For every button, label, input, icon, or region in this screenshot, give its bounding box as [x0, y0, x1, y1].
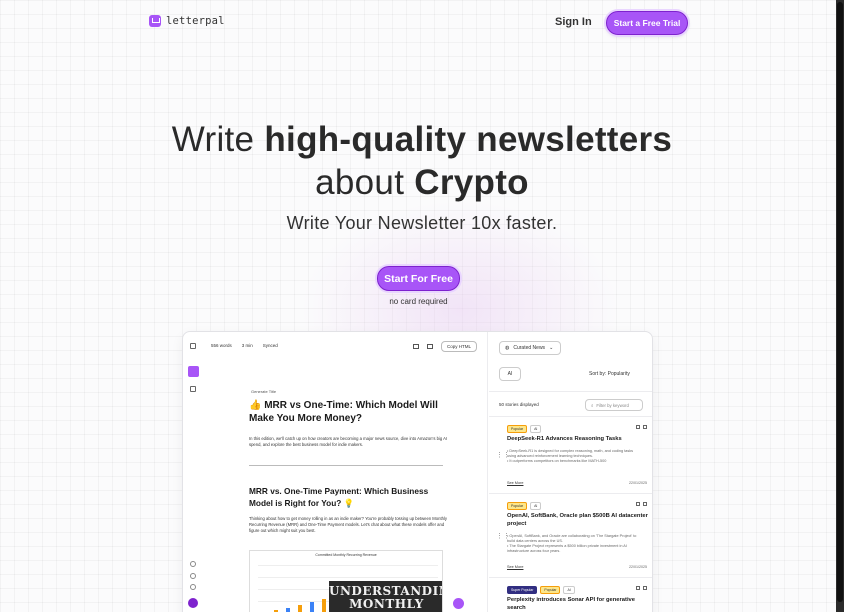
chart-bar: [298, 605, 302, 612]
hero-headline-line1: Write high-quality newsletters: [171, 120, 673, 159]
doc-chart-image: Committed Monthly Recurring Revenue UNDE…: [249, 550, 443, 612]
signin-link[interactable]: Sign In: [555, 16, 592, 28]
doc-heading[interactable]: MRR vs. One-Time Payment: Which Business…: [249, 485, 449, 509]
story-count: 50 stories displayed: [499, 402, 539, 407]
logo[interactable]: letterpal: [149, 15, 225, 27]
keyword-filter-input[interactable]: ⌕ Filter by keyword: [585, 399, 643, 411]
open-link-icon[interactable]: [636, 502, 640, 506]
start-free-trial-button[interactable]: Start a Free Trial: [606, 11, 688, 35]
see-more-link[interactable]: See More: [507, 481, 523, 485]
read-time: 3 min: [241, 343, 253, 348]
app-preview: 556 words 3 min Synced Copy HTML Generat…: [182, 331, 653, 612]
doc-intro[interactable]: In this edition, we'll catch up on how c…: [249, 436, 449, 448]
news-pane: ◍ Curated News ⌄ AI Sort by: Popularity …: [489, 332, 652, 612]
search-icon[interactable]: [643, 502, 647, 506]
story-date: 22/01/2025: [629, 565, 647, 569]
logo-text: letterpal: [166, 15, 225, 27]
editor-pane: 556 words 3 min Synced Copy HTML Generat…: [203, 332, 488, 612]
overlay-banner: UNDERSTANDING MONTHLY RECURRING: [329, 581, 442, 612]
trash-icon[interactable]: [427, 344, 433, 349]
chart-bar: [322, 599, 326, 612]
no-card-note: no card required: [389, 297, 448, 306]
badge-popular: Popular: [507, 502, 528, 510]
badge-ai: AI: [530, 425, 542, 433]
story-date: 22/01/2025: [629, 481, 647, 485]
badge-ai: AI: [530, 502, 542, 510]
story-title[interactable]: DeepSeek-R1 Advances Reasoning Tasks: [507, 435, 652, 443]
theme-icon[interactable]: [190, 584, 196, 590]
avatar[interactable]: [188, 598, 198, 608]
envelope-icon: [149, 15, 161, 27]
sync-status: Synced: [262, 343, 278, 348]
badge-popular: Popular: [540, 586, 561, 594]
help-icon[interactable]: [190, 573, 196, 579]
doc-title[interactable]: 👍 MRR vs One-Time: Which Model Will Make…: [249, 399, 449, 425]
news-source-select[interactable]: ◍ Curated News ⌄: [499, 341, 561, 355]
filter-chip-ai[interactable]: AI: [499, 367, 521, 381]
copy-html-button[interactable]: Copy HTML: [441, 341, 478, 352]
open-link-icon[interactable]: [636, 586, 640, 590]
preview-icon[interactable]: [413, 344, 419, 349]
story-summary: DeepSeek-R1 is designed for complex reas…: [507, 449, 637, 464]
hero-headline-line2: about Crypto: [315, 163, 529, 202]
page-scrollbar[interactable]: [836, 0, 844, 612]
editor-nav-icon[interactable]: [188, 366, 199, 377]
list-icon[interactable]: [190, 386, 196, 392]
see-more-link[interactable]: See More: [507, 565, 523, 569]
hero-subtitle: Write Your Newsletter 10x faster.: [286, 213, 558, 233]
left-rail: [183, 332, 203, 612]
open-link-icon[interactable]: [636, 425, 640, 429]
start-for-free-button[interactable]: Start For Free: [377, 266, 460, 291]
hero-topic: Crypto: [414, 163, 529, 202]
sort-dropdown[interactable]: Sort by: Popularity: [589, 371, 630, 377]
chart-bar: [310, 602, 314, 612]
badge-super-popular: Super Popular: [507, 586, 538, 594]
sidebar-toggle-icon[interactable]: [190, 343, 196, 349]
story-title[interactable]: Perplexity introduces Sonar API for gene…: [507, 596, 652, 612]
editor-toolbar: 556 words 3 min Synced: [211, 343, 278, 348]
chevron-down-icon: ⌄: [549, 345, 554, 351]
badge-ai: AI: [563, 586, 575, 594]
story-summary: OpenAI, SoftBank, and Oracle are collabo…: [507, 534, 637, 554]
news-icon: ◍: [505, 345, 510, 351]
badge-popular: Popular: [507, 425, 528, 433]
settings-icon[interactable]: [190, 561, 196, 567]
chart-bar: [286, 608, 290, 612]
doc-paragraph[interactable]: Thinking about how to get money rolling …: [249, 516, 449, 534]
story-title[interactable]: OpenAI, SoftBank, Oracle plan $500B AI d…: [507, 512, 652, 528]
generate-title-button[interactable]: Generate Title: [251, 389, 276, 394]
chat-bubble-icon[interactable]: [453, 598, 464, 609]
search-icon: ⌕: [591, 402, 594, 408]
search-icon[interactable]: [643, 425, 647, 429]
chart-title: Committed Monthly Recurring Revenue: [315, 553, 377, 557]
doc-divider: [249, 465, 443, 466]
search-icon[interactable]: [643, 586, 647, 590]
word-count: 556 words: [211, 343, 232, 348]
